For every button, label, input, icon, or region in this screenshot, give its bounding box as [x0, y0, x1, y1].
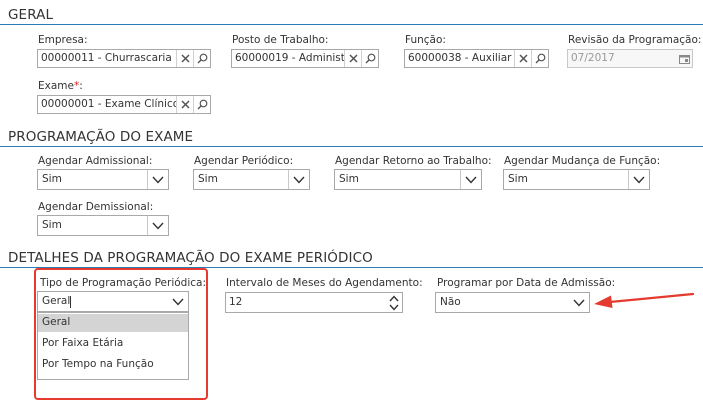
annotation-highlight-box — [34, 268, 208, 400]
section-divider — [0, 24, 703, 25]
spinner-down-icon — [389, 304, 399, 311]
funcao-label: Função: — [405, 34, 446, 46]
empresa-field[interactable]: 00000011 - Churrascaria B — [37, 49, 211, 68]
intervalo-value: 12 — [229, 296, 243, 308]
section-title-geral: GERAL — [8, 7, 54, 23]
periodico-select[interactable]: Sim — [193, 169, 310, 190]
clear-x-icon[interactable] — [176, 50, 193, 67]
demissional-select[interactable]: Sim — [37, 215, 169, 236]
retorno-value: Sim — [339, 173, 359, 185]
clear-x-icon[interactable] — [514, 50, 531, 67]
admissional-value: Sim — [42, 173, 62, 185]
exame-label: Exame*: — [38, 80, 83, 92]
section-divider — [0, 146, 703, 147]
periodico-value: Sim — [198, 173, 218, 185]
chevron-down-icon[interactable] — [147, 170, 168, 189]
funcao-value: 60000038 - Auxiliar A — [408, 52, 522, 64]
spinner-up-icon — [389, 294, 399, 301]
annotation-arrow — [594, 292, 695, 308]
section-title-detalhes: DETALHES DA PROGRAMAÇÃO DO EXAME PERIÓDI… — [8, 250, 373, 266]
exame-label-colon: : — [79, 80, 83, 92]
intervalo-spinner[interactable]: 12 — [225, 292, 403, 313]
retorno-select[interactable]: Sim — [334, 169, 482, 190]
chevron-down-icon[interactable] — [288, 170, 309, 189]
revisao-value: 07/2017 — [571, 52, 615, 64]
calendar-icon[interactable] — [676, 50, 692, 67]
mudanca-value: Sim — [508, 173, 528, 185]
intervalo-label: Intervalo de Meses do Agendamento: — [226, 277, 423, 289]
mudanca-label: Agendar Mudança de Função: — [504, 155, 661, 167]
mudanca-select[interactable]: Sim — [503, 169, 650, 190]
exame-label-text: Exame — [38, 80, 74, 92]
admissao-select[interactable]: Não — [435, 292, 590, 313]
empresa-label: Empresa: — [38, 34, 88, 46]
demissional-label: Agendar Demissional: — [38, 201, 154, 213]
admissional-select[interactable]: Sim — [37, 169, 169, 190]
revisao-field: 07/2017 — [567, 49, 693, 68]
clear-x-icon[interactable] — [344, 50, 361, 67]
admissao-value: Não — [440, 296, 461, 308]
search-magnifier-icon[interactable] — [361, 50, 378, 67]
search-magnifier-icon[interactable] — [193, 96, 210, 113]
chevron-down-icon[interactable] — [628, 170, 649, 189]
retorno-label: Agendar Retorno ao Trabalho: — [335, 155, 492, 167]
posto-value: 60000019 - Administr — [235, 52, 350, 64]
clear-x-icon[interactable] — [176, 96, 193, 113]
periodico-label: Agendar Periódico: — [194, 155, 294, 167]
demissional-value: Sim — [42, 219, 62, 231]
exame-field[interactable]: 00000001 - Exame Clínico — [37, 95, 211, 114]
admissao-label: Programar por Data de Admissão: — [437, 277, 616, 289]
section-title-programacao: PROGRAMAÇÃO DO EXAME — [8, 129, 194, 145]
chevron-down-icon[interactable] — [569, 293, 589, 312]
chevron-down-icon[interactable] — [147, 216, 168, 235]
posto-field[interactable]: 60000019 - Administr — [231, 49, 379, 68]
funcao-field[interactable]: 60000038 - Auxiliar A — [404, 49, 549, 68]
revisao-label: Revisão da Programação: — [568, 34, 702, 46]
admissional-label: Agendar Admissional: — [38, 155, 153, 167]
empresa-value: 00000011 - Churrascaria B — [41, 52, 183, 64]
search-magnifier-icon[interactable] — [531, 50, 548, 67]
search-magnifier-icon[interactable] — [193, 50, 210, 67]
chevron-down-icon[interactable] — [460, 170, 481, 189]
exame-value: 00000001 - Exame Clínico — [41, 98, 180, 110]
posto-label: Posto de Trabalho: — [232, 34, 329, 46]
spinner-controls[interactable] — [386, 293, 402, 312]
